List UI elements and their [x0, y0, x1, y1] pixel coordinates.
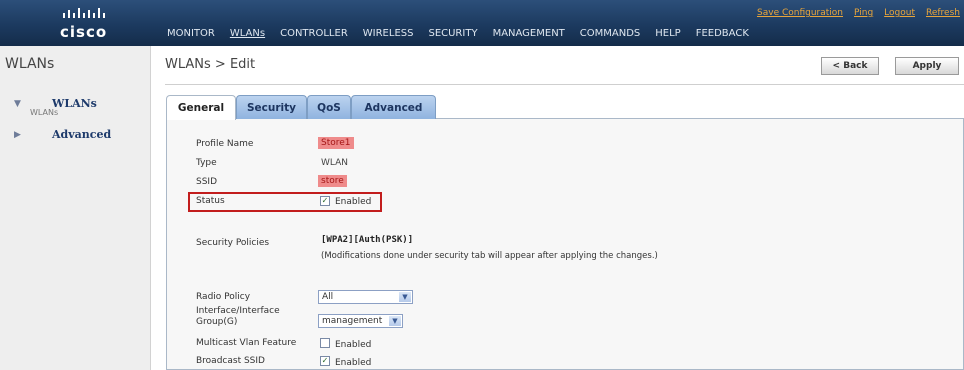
nav-monitor[interactable]: MONITOR: [167, 28, 215, 39]
sidebar-heading: WLANs: [5, 56, 55, 72]
multicast-vlan-checkbox-label: Enabled: [335, 340, 372, 350]
broadcast-ssid-checkbox[interactable]: ✓: [320, 356, 330, 366]
tab-qos[interactable]: QoS: [307, 95, 351, 119]
tab-general[interactable]: General: [166, 95, 236, 120]
interface-group-select[interactable]: management ▼: [318, 314, 403, 328]
radio-policy-label: Radio Policy: [196, 292, 251, 302]
general-panel: [166, 118, 964, 370]
sidebar-item-advanced[interactable]: ▶ Advanced: [14, 128, 111, 141]
interface-group-selected: management: [322, 316, 383, 326]
tab-security[interactable]: Security: [236, 95, 307, 119]
apply-button[interactable]: Apply: [895, 57, 959, 75]
cisco-logo: cisco: [52, 6, 122, 42]
left-sidebar: WLANs: [0, 46, 151, 370]
security-policies-label: Security Policies: [196, 238, 270, 248]
logout-link[interactable]: Logout: [884, 8, 915, 18]
nav-wireless[interactable]: WIRELESS: [363, 28, 414, 39]
broadcast-ssid-checkbox-label: Enabled: [335, 358, 372, 368]
top-header: cisco Save Configuration Ping Logout Ref…: [0, 0, 964, 46]
security-policies-value: [WPA2][Auth(PSK)]: [321, 235, 414, 245]
breadcrumb: WLANs > Edit: [165, 57, 256, 72]
collapsed-arrow-icon: ▶: [14, 129, 21, 140]
main-nav: MONITOR WLANs CONTROLLER WIRELESS SECURI…: [167, 28, 764, 39]
type-value: WLAN: [321, 158, 349, 168]
security-policies-note: (Modifications done under security tab w…: [321, 251, 658, 261]
sidebar-item-label: Advanced: [52, 128, 112, 141]
profile-name-value: Store1: [318, 137, 354, 149]
status-checkbox[interactable]: ✓: [320, 196, 330, 206]
radio-policy-select[interactable]: All ▼: [318, 290, 413, 304]
nav-help[interactable]: HELP: [655, 28, 680, 39]
ping-link[interactable]: Ping: [854, 8, 873, 18]
cisco-bars-icon: [63, 8, 105, 18]
sidebar-subitem-wlans[interactable]: WLANs: [30, 108, 58, 117]
status-label: Status: [196, 196, 225, 206]
chevron-down-icon[interactable]: ▼: [389, 316, 401, 326]
back-button[interactable]: < Back: [821, 57, 879, 75]
nav-wlans[interactable]: WLANs: [230, 28, 265, 39]
profile-name-label: Profile Name: [196, 139, 254, 149]
tab-advanced[interactable]: Advanced: [351, 95, 436, 119]
ssid-value: store: [318, 175, 347, 187]
logo-text: cisco: [60, 23, 108, 41]
refresh-link[interactable]: Refresh: [926, 8, 960, 18]
header-divider: [165, 84, 964, 85]
broadcast-ssid-label: Broadcast SSID: [196, 356, 265, 366]
multicast-vlan-label: Multicast Vlan Feature: [196, 338, 297, 348]
expanded-arrow-icon: ▼: [14, 98, 21, 109]
save-configuration-link[interactable]: Save Configuration: [757, 8, 843, 18]
chevron-down-icon[interactable]: ▼: [399, 292, 411, 302]
ssid-label: SSID: [196, 177, 218, 187]
nav-feedback[interactable]: FEEDBACK: [696, 28, 749, 39]
nav-security[interactable]: SECURITY: [428, 28, 477, 39]
utility-links: Save Configuration Ping Logout Refresh: [757, 8, 960, 18]
interface-group-label: Interface/Interface Group(G): [196, 306, 280, 327]
status-checkbox-label: Enabled: [335, 197, 372, 207]
nav-commands[interactable]: COMMANDS: [580, 28, 640, 39]
radio-policy-selected: All: [322, 292, 334, 302]
sidebar-item-label: WLANs: [52, 97, 97, 110]
multicast-vlan-checkbox[interactable]: [320, 338, 330, 348]
type-label: Type: [196, 158, 217, 168]
nav-controller[interactable]: CONTROLLER: [280, 28, 348, 39]
nav-management[interactable]: MANAGEMENT: [493, 28, 565, 39]
